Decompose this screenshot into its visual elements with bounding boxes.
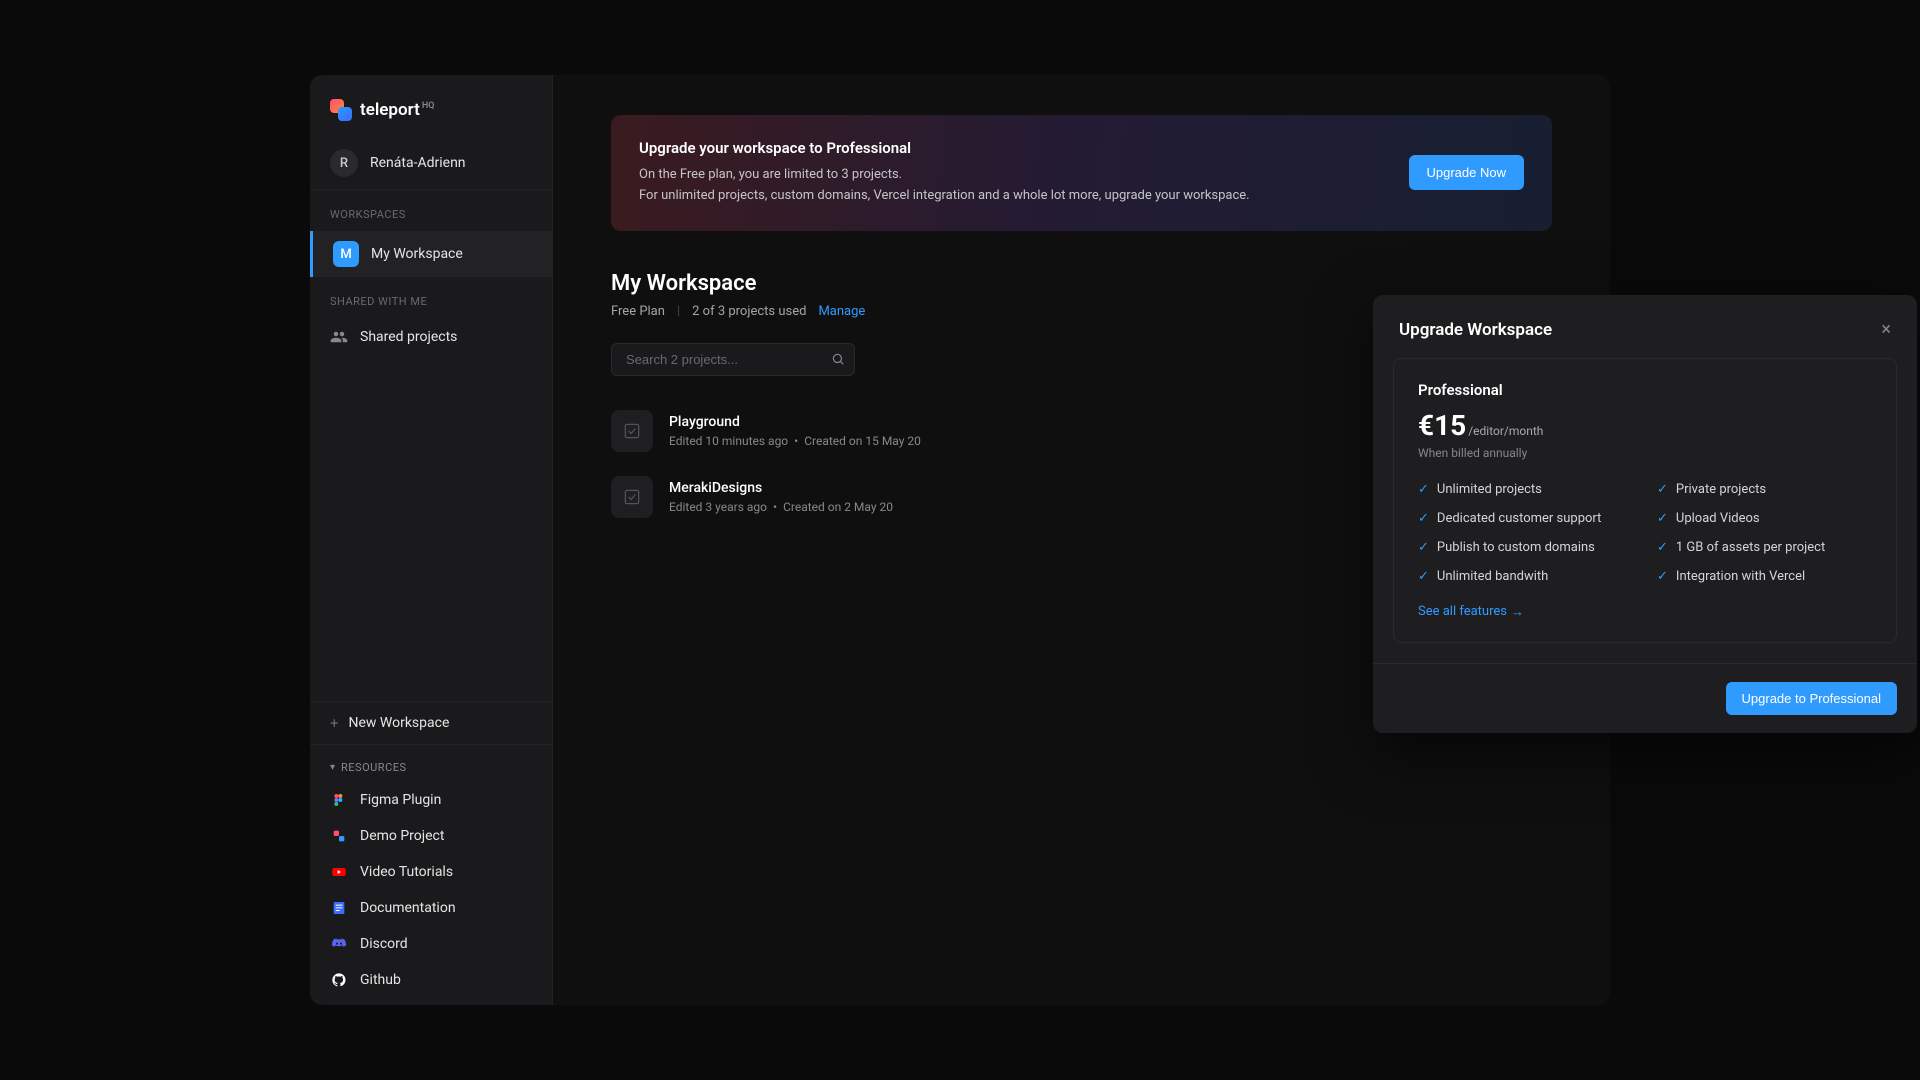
plan-name: Professional [1418,381,1872,399]
plan-card: Professional €15 /editor/month When bill… [1393,358,1897,643]
check-icon: ✓ [1657,569,1668,584]
plan-unit: /editor/month [1468,424,1543,438]
usage-text: 2 of 3 projects used [692,304,806,319]
project-thumb-icon [611,410,653,452]
shared-label: SHARED WITH ME [310,277,552,318]
resource-label: Demo Project [360,828,444,844]
arrow-right-icon: → [1511,604,1524,620]
search-wrap [611,343,855,376]
discord-icon [330,935,348,953]
workspace-badge: M [333,241,359,267]
check-icon: ✓ [1418,569,1429,584]
sidebar-shared-projects[interactable]: Shared projects [310,318,552,356]
plan-label: Free Plan [611,304,665,319]
figma-icon [330,791,348,809]
plan-billing: When billed annually [1418,446,1872,460]
resource-label: Documentation [360,900,456,916]
logo[interactable]: teleportHQ [310,75,552,137]
resource-figma[interactable]: Figma Plugin [310,782,552,818]
project-thumb-icon [611,476,653,518]
upgrade-to-pro-button[interactable]: Upgrade to Professional [1726,682,1897,715]
project-sub: Edited 3 years ago•Created on 2 May 20 [669,500,893,514]
search-icon [831,352,845,366]
new-workspace-label: New Workspace [348,715,449,731]
close-icon[interactable]: × [1881,319,1891,340]
feature-item: ✓Upload Videos [1657,511,1872,526]
resource-label: Figma Plugin [360,792,441,808]
banner-title: Upgrade your workspace to Professional [639,139,1409,157]
feature-item: ✓Private projects [1657,482,1872,497]
feature-item: ✓Unlimited projects [1418,482,1633,497]
modal-title: Upgrade Workspace [1399,320,1552,340]
resources-label: RESOURCES [341,761,406,774]
workspace-name: My Workspace [371,246,463,262]
youtube-icon [330,863,348,881]
project-name: MerakiDesigns [669,480,893,496]
feature-item: ✓Unlimited bandwith [1418,569,1633,584]
app-frame: teleportHQ R Renáta-Adrienn WORKSPACES M… [310,75,1610,1005]
new-workspace-button[interactable]: + New Workspace [310,701,552,745]
feature-item: ✓Integration with Vercel [1657,569,1872,584]
check-icon: ✓ [1418,482,1429,497]
resource-github[interactable]: Github [310,962,552,1005]
user-name: Renáta-Adrienn [370,155,466,171]
manage-link[interactable]: Manage [818,304,865,319]
search-input[interactable] [611,343,855,376]
feature-grid: ✓Unlimited projects ✓Private projects ✓D… [1418,482,1872,584]
upgrade-now-button[interactable]: Upgrade Now [1409,155,1525,190]
logo-icon [330,99,352,121]
check-icon: ✓ [1418,540,1429,555]
upgrade-modal: Upgrade Workspace × Professional €15 /ed… [1373,295,1917,733]
resource-label: Discord [360,936,408,952]
resource-label: Github [360,972,401,988]
feature-item: ✓1 GB of assets per project [1657,540,1872,555]
divider: | [677,304,680,319]
feature-item: ✓Dedicated customer support [1418,511,1633,526]
resource-docs[interactable]: Documentation [310,890,552,926]
resources-toggle[interactable]: ▾ RESOURCES [310,745,552,782]
feature-item: ✓Publish to custom domains [1418,540,1633,555]
demo-icon [330,827,348,845]
page-title: My Workspace [611,271,1552,296]
sidebar-workspace-item[interactable]: M My Workspace [310,231,552,277]
check-icon: ✓ [1418,511,1429,526]
resource-demo[interactable]: Demo Project [310,818,552,854]
docs-icon [330,899,348,917]
avatar: R [330,149,358,177]
github-icon [330,971,348,989]
upgrade-banner: Upgrade your workspace to Professional O… [611,115,1552,231]
resource-video[interactable]: Video Tutorials [310,854,552,890]
project-sub: Edited 10 minutes ago•Created on 15 May … [669,434,921,448]
caret-down-icon: ▾ [330,762,335,773]
check-icon: ✓ [1657,482,1668,497]
check-icon: ✓ [1657,540,1668,555]
project-name: Playground [669,414,921,430]
sidebar: teleportHQ R Renáta-Adrienn WORKSPACES M… [310,75,553,1005]
user-row[interactable]: R Renáta-Adrienn [310,137,552,190]
see-all-link[interactable]: See all features→ [1418,604,1524,620]
plan-price: €15 [1418,409,1466,442]
banner-text: On the Free plan, you are limited to 3 p… [639,165,1409,207]
workspaces-label: WORKSPACES [310,190,552,231]
logo-text: teleportHQ [360,100,434,120]
plus-icon: + [330,714,338,732]
shared-text: Shared projects [360,329,457,345]
resource-label: Video Tutorials [360,864,453,880]
check-icon: ✓ [1657,511,1668,526]
people-icon [330,328,348,346]
resource-discord[interactable]: Discord [310,926,552,962]
